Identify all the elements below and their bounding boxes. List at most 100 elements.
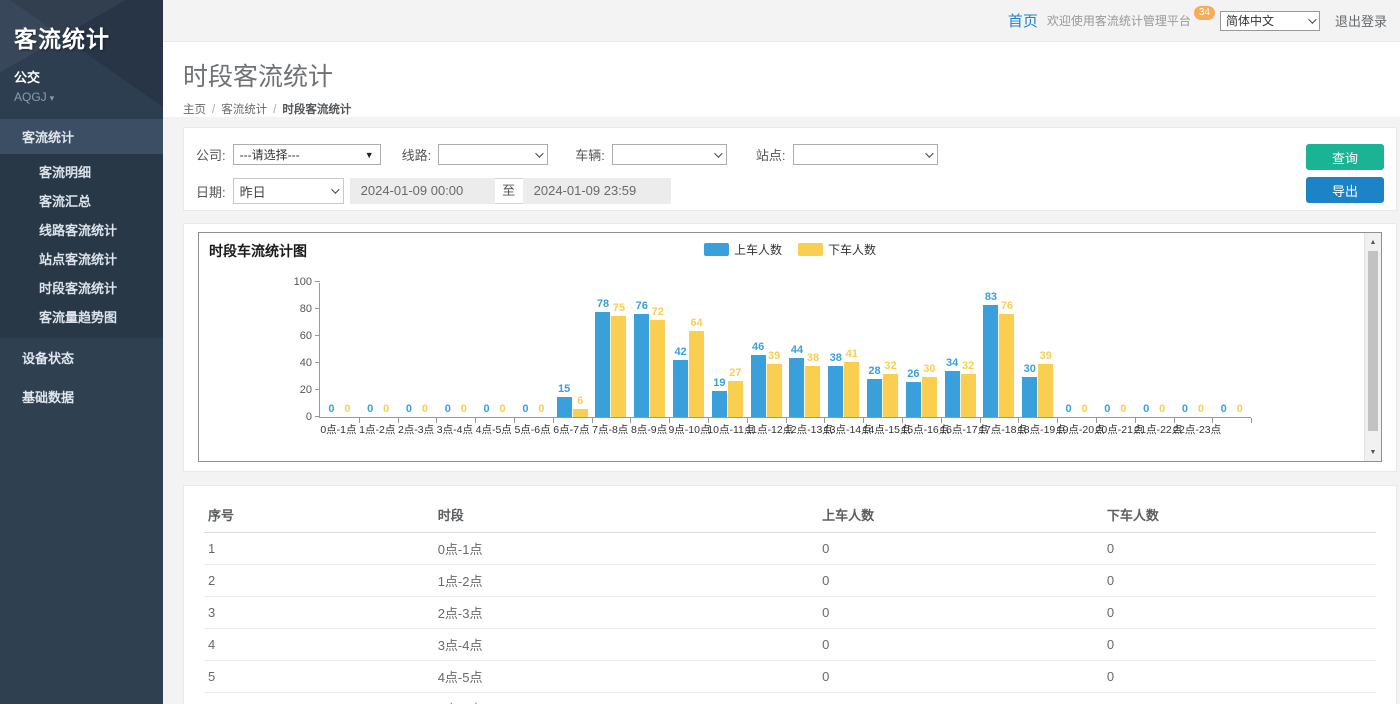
export-button[interactable]: 导出: [1306, 177, 1384, 203]
bar: [828, 366, 843, 417]
y-tick-label: 0: [282, 410, 312, 424]
bar-value-label: 6: [577, 395, 583, 407]
filter-row-2: 日期: 昨日 2024-01-09 00:00 至 2024-01-09 23:…: [196, 178, 1384, 204]
breadcrumb-home[interactable]: 主页: [183, 104, 206, 116]
x-tick-label: 16点-17点: [940, 422, 979, 437]
y-tick-label: 80: [282, 302, 312, 316]
line-label: 线路:: [402, 145, 432, 164]
language-select[interactable]: 简体中文: [1220, 11, 1320, 31]
sidebar-item-passenger-stats[interactable]: 客流统计: [0, 119, 163, 154]
table-cell: 0: [1103, 565, 1376, 597]
bar-alighting: 39: [767, 350, 782, 417]
x-tick-label: 21点-22点: [1134, 422, 1173, 437]
logout-link[interactable]: 退出登录: [1335, 11, 1387, 30]
bar-group: 00: [514, 283, 553, 417]
bar-value-label: 38: [830, 352, 842, 364]
sidebar-subitem[interactable]: 客流量趋势图: [0, 302, 163, 331]
bar-value-label: 38: [807, 352, 819, 364]
x-tick-label: 14点-15点: [863, 422, 902, 437]
table-cell: 5: [204, 661, 434, 693]
sidebar-subitem[interactable]: 客流明细: [0, 157, 163, 186]
bar-value-label: 28: [868, 365, 880, 377]
bar-value-label: 72: [652, 306, 664, 318]
vehicle-select[interactable]: [612, 144, 727, 165]
scrollbar-thumb[interactable]: [1368, 251, 1378, 431]
bar-boarding: 0: [440, 403, 455, 417]
query-button[interactable]: 查询: [1306, 144, 1384, 170]
bar-alighting: 0: [534, 403, 549, 417]
x-tick-label: 6点-7点: [552, 422, 591, 437]
chart-plot: 0000000000001567875767242641927463944383…: [319, 283, 1251, 418]
bar-boarding: 44: [789, 344, 804, 417]
bar-value-label: 76: [1001, 300, 1013, 312]
date-to-input[interactable]: 2024-01-09 23:59: [523, 178, 671, 204]
station-select[interactable]: [793, 144, 938, 165]
sidebar-item-device-status[interactable]: 设备状态: [0, 338, 163, 377]
bar-alighting: 32: [883, 360, 898, 417]
bar-group: 2630: [902, 283, 941, 417]
sidebar-subitem[interactable]: 客流汇总: [0, 186, 163, 215]
bar: [1038, 364, 1053, 417]
legend-item[interactable]: 上车人数: [704, 241, 782, 258]
table-cell: 0: [818, 629, 1103, 661]
bar-value-label: 76: [636, 300, 648, 312]
chevron-down-icon: [714, 149, 722, 157]
bar: [1022, 377, 1037, 418]
scroll-up-icon[interactable]: ▲: [1365, 234, 1381, 250]
y-tick-label: 100: [282, 275, 312, 289]
bar-value-label: 0: [422, 403, 428, 415]
date-from-input[interactable]: 2024-01-09 00:00: [350, 178, 495, 204]
triangle-down-icon: ▼: [365, 150, 374, 160]
bar-value-label: 0: [406, 403, 412, 415]
bar: [595, 312, 610, 417]
bar-group: 76 72: [630, 283, 669, 417]
user-dropdown[interactable]: AQGJ▾: [14, 90, 149, 104]
user-name: AQGJ: [14, 90, 47, 104]
caret-down-icon: ▾: [50, 93, 55, 103]
bar-value-label: 44: [791, 344, 803, 356]
scroll-down-icon[interactable]: ▼: [1365, 444, 1381, 460]
bar-value-label: 27: [729, 367, 741, 379]
bar-value-label: 0: [367, 403, 373, 415]
chart-scrollbar[interactable]: ▲ ▼: [1364, 233, 1381, 461]
table-cell: 0: [818, 597, 1103, 629]
legend-item[interactable]: 下车人数: [798, 241, 876, 258]
bar-alighting: 0: [417, 403, 432, 417]
breadcrumb-separator: /: [273, 104, 276, 116]
bar-alighting: 27: [728, 367, 743, 417]
breadcrumb: 主页/客流统计/时段客流统计: [183, 101, 1380, 117]
bar: [751, 355, 766, 417]
line-select[interactable]: [438, 144, 548, 165]
y-tick-mark: [315, 281, 320, 282]
table-cell: 5点-6点: [434, 693, 818, 704]
submenu: 客流明细客流汇总线路客流统计站点客流统计时段客流统计客流量趋势图: [0, 154, 163, 338]
chevron-down-icon: [535, 149, 543, 157]
bar-group: 00: [1096, 283, 1135, 417]
vehicle-label: 车辆:: [575, 145, 605, 164]
date-preset-select[interactable]: 昨日: [233, 178, 344, 204]
bar: [650, 320, 665, 417]
bar-alighting: 76: [999, 300, 1014, 417]
sidebar-subitem[interactable]: 线路客流统计: [0, 215, 163, 244]
home-link[interactable]: 首页: [1008, 10, 1038, 31]
company-label: 公司:: [196, 145, 226, 164]
table-cell: 0: [1103, 629, 1376, 661]
bar-boarding: 0: [401, 403, 416, 417]
table-cell: 0: [818, 565, 1103, 597]
bar-alighting: 38: [805, 352, 820, 417]
sidebar-subitem[interactable]: 时段客流统计: [0, 273, 163, 302]
table-row: 54点-5点00: [204, 661, 1376, 693]
bar-alighting: 0: [495, 403, 510, 417]
bar-alighting: 0: [1232, 403, 1247, 417]
bar: [789, 358, 804, 417]
language-value: 简体中文: [1226, 12, 1274, 29]
table-row: 32点-3点00: [204, 597, 1376, 629]
sidebar-item-base-data[interactable]: 基础数据: [0, 377, 163, 416]
company-select[interactable]: ---请选择--- ▼: [233, 144, 381, 165]
app-logo-title: 客流统计: [14, 20, 149, 54]
sidebar-subitem[interactable]: 站点客流统计: [0, 244, 163, 273]
table-cell: 0: [1103, 533, 1376, 565]
bar-value-label: 42: [674, 346, 686, 358]
bar-value-label: 32: [884, 360, 896, 372]
breadcrumb-section[interactable]: 客流统计: [221, 104, 267, 116]
